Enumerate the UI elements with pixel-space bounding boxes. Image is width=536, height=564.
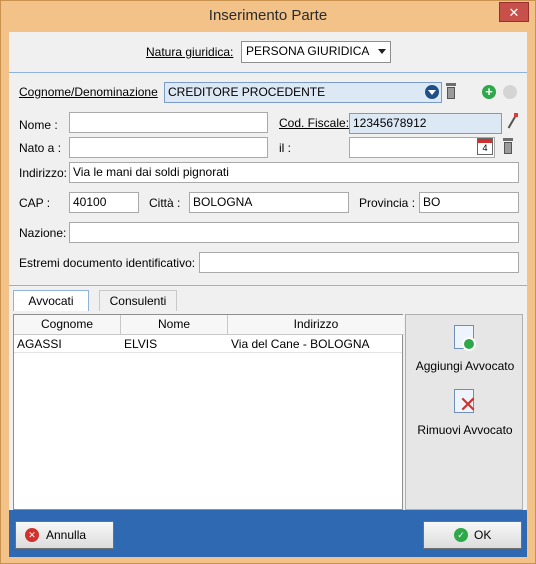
ok-button[interactable]: ✓ OK: [423, 521, 522, 549]
dialog-window: Inserimento Parte ✕ Natura giuridica: PE…: [0, 0, 536, 564]
nato-label: Nato a :: [19, 141, 62, 155]
nazione-label: Nazione:: [19, 226, 67, 240]
trash-icon[interactable]: [445, 83, 457, 100]
cap-value: 40100: [73, 195, 107, 209]
add-icon[interactable]: +: [482, 85, 496, 99]
add-avvocato-label: Aggiungi Avvocato: [415, 359, 515, 373]
tab-consulenti[interactable]: Consulenti: [99, 290, 177, 311]
side-panel: Aggiungi Avvocato ✕ Rimuovi Avvocato: [405, 314, 523, 510]
window-title: Inserimento Parte: [208, 7, 328, 24]
column-header-nome[interactable]: Nome: [121, 315, 228, 335]
cognome-label: Cognome/Denominazione: [19, 85, 158, 99]
tab-avvocati[interactable]: Avvocati: [13, 290, 89, 311]
check-icon: ✓: [454, 528, 468, 542]
magic-wand-icon[interactable]: [506, 113, 518, 129]
close-button[interactable]: ✕: [499, 2, 529, 22]
documento-field[interactable]: [199, 252, 519, 273]
il-field[interactable]: [349, 137, 495, 158]
citta-field[interactable]: BOLOGNA: [189, 192, 349, 213]
cf-value: 12345678912: [353, 116, 427, 130]
calendar-icon[interactable]: 4: [477, 138, 493, 155]
tab-strip: Avvocati Consulenti: [13, 290, 523, 312]
il-label: il :: [279, 141, 291, 155]
add-document-icon: [448, 323, 482, 357]
trash-icon[interactable]: [502, 138, 514, 155]
documento-label: Estremi documento identificativo:: [19, 256, 196, 270]
disabled-circle-icon: [503, 85, 517, 99]
dropdown-circle-icon[interactable]: [425, 85, 439, 99]
cognome-field[interactable]: CREDITORE PROCEDENTE: [164, 82, 442, 103]
cognome-value: CREDITORE PROCEDENTE: [168, 85, 326, 99]
remove-avvocato-label: Rimuovi Avvocato: [417, 423, 513, 437]
provincia-label: Provincia :: [359, 196, 416, 210]
cancel-icon: ✕: [25, 528, 39, 542]
add-avvocato-button[interactable]: Aggiungi Avvocato: [406, 323, 524, 373]
indirizzo-value: Via le mani dai soldi pignorati: [73, 165, 229, 179]
provincia-value: BO: [423, 195, 441, 209]
natura-value: PERSONA GIURIDICA: [246, 44, 370, 58]
annulla-label: Annulla: [46, 528, 87, 542]
section-divider: [9, 72, 527, 73]
footer-bar: ✕ Annulla ✓ OK: [9, 510, 527, 557]
natura-label: Natura giuridica:: [146, 45, 234, 59]
indirizzo-field[interactable]: Via le mani dai soldi pignorati: [69, 162, 519, 183]
nato-field[interactable]: [69, 137, 268, 158]
table-cell[interactable]: ELVIS: [121, 336, 228, 352]
column-header-cognome[interactable]: Cognome: [14, 315, 121, 335]
calendar-day: 4: [482, 143, 488, 153]
citta-value: BOLOGNA: [193, 195, 253, 209]
chevron-down-icon: [378, 49, 386, 54]
avvocati-table[interactable]: Cognome Nome Indirizzo AGASSI ELVIS Via …: [13, 314, 404, 510]
table-row-divider: [14, 352, 402, 353]
nazione-field[interactable]: [69, 222, 519, 243]
indirizzo-label: Indirizzo:: [19, 166, 68, 180]
dialog-body: Natura giuridica: PERSONA GIURIDICA Cogn…: [9, 32, 527, 557]
cf-label: Cod. Fiscale:: [279, 116, 350, 130]
cap-label: CAP :: [19, 196, 51, 210]
cf-field[interactable]: 12345678912: [349, 113, 502, 134]
annulla-button[interactable]: ✕ Annulla: [15, 521, 114, 549]
cap-field[interactable]: 40100: [69, 192, 139, 213]
table-cell[interactable]: Via del Cane - BOLOGNA: [228, 336, 404, 352]
citta-label: Città :: [149, 196, 181, 210]
provincia-field[interactable]: BO: [419, 192, 519, 213]
table-cell[interactable]: AGASSI: [14, 336, 121, 352]
natura-select[interactable]: PERSONA GIURIDICA: [241, 41, 391, 63]
nome-label: Nome :: [19, 118, 58, 132]
column-header-indirizzo[interactable]: Indirizzo: [228, 315, 404, 335]
section-divider: [9, 285, 527, 286]
remove-avvocato-button[interactable]: ✕ Rimuovi Avvocato: [406, 387, 524, 437]
nome-field[interactable]: [69, 112, 268, 133]
remove-document-icon: ✕: [448, 387, 482, 421]
